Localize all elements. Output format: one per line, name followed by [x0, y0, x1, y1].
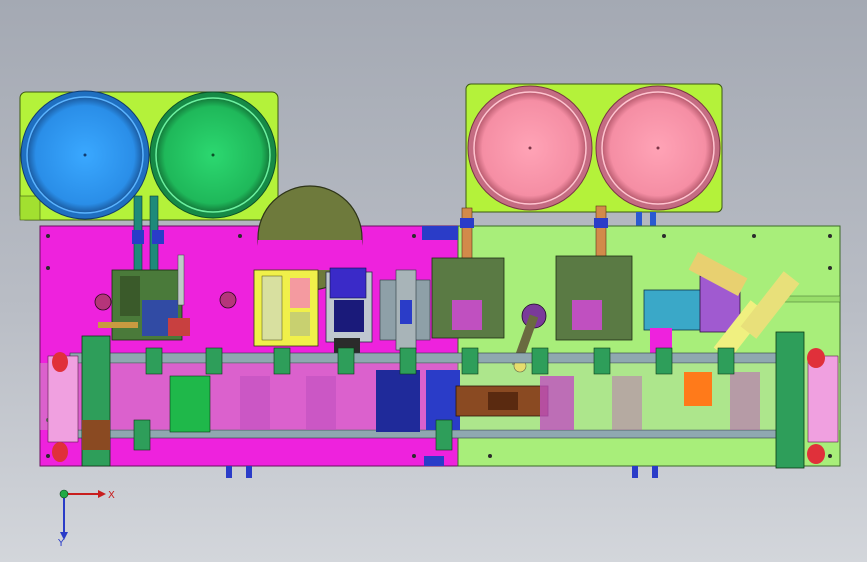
- axis-y-label: Y: [57, 538, 65, 548]
- green-vibratory-bowl: [149, 91, 277, 219]
- blue-vibratory-bowl: [20, 90, 150, 220]
- axis-x-label: X: [108, 490, 115, 501]
- press-station: [379, 269, 431, 351]
- axis-triad-icon: X Y: [57, 489, 115, 548]
- yellow-station: [253, 269, 319, 347]
- pink-vibratory-bowl-right: [595, 85, 721, 211]
- left-feeder-panel: [19, 90, 279, 221]
- pink-vibratory-bowl-left: [467, 85, 593, 211]
- cad-viewport[interactable]: [0, 0, 867, 562]
- right-feeder-panel: [465, 83, 723, 226]
